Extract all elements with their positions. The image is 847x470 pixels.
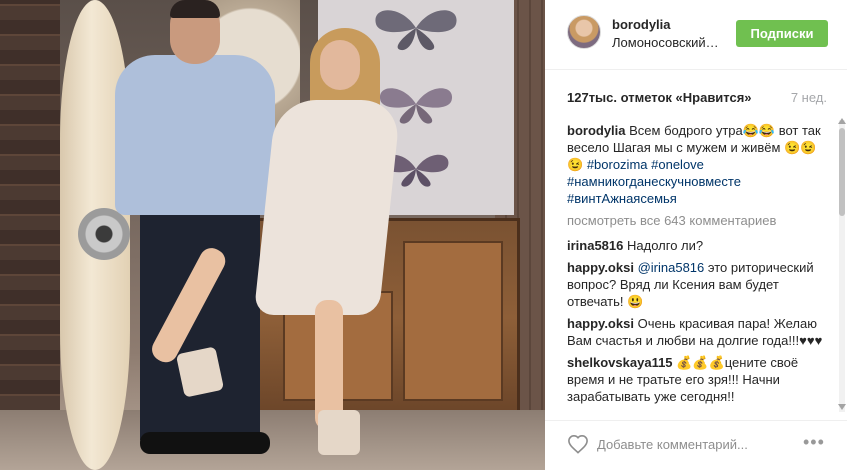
comment-input[interactable] [597, 433, 777, 455]
butterfly-icon [375, 10, 457, 51]
comment-username[interactable]: happy.oksi [567, 260, 634, 275]
comment-text: Надолго ли? [627, 238, 704, 253]
hashtag-link[interactable]: #винтАжнаясемья [567, 191, 677, 206]
comment-item: happy.oksi Очень красивая пара! Желаю Ва… [567, 315, 829, 349]
post-stats: 127тыс. отметок «Нравится» 7 нед. [567, 90, 827, 110]
location-link[interactable]: Ломоносовский… [612, 35, 719, 50]
likes-count[interactable]: 127тыс. отметок «Нравится» [567, 90, 752, 105]
man-trousers [140, 210, 260, 440]
man-shirt [115, 55, 275, 215]
post-photo[interactable] [0, 0, 545, 470]
caption-username[interactable]: borodylia [567, 123, 626, 138]
post-age: 7 нед. [790, 90, 827, 105]
man-shoes [140, 432, 270, 454]
caption: borodylia Всем бодрого утра😂😂 вот так ве… [567, 122, 829, 207]
woman-face [320, 40, 360, 90]
woman-dress [253, 100, 402, 315]
cabinet-door [403, 241, 503, 401]
post-header: borodylia Ломоносовский… Подписки [545, 0, 847, 70]
view-all-comments-link[interactable]: посмотреть все 643 комментариев [567, 212, 829, 229]
follow-button[interactable]: Подписки [736, 20, 828, 47]
hashtag-link[interactable]: #borozima [587, 157, 648, 172]
comment-username[interactable]: irina5816 [567, 238, 623, 253]
comments-list[interactable]: borodylia Всем бодрого утра😂😂 вот так ве… [567, 122, 829, 412]
propeller-hub [78, 208, 130, 260]
hashtag-link[interactable]: #намникогданескучновместе [567, 174, 741, 189]
high-heel [318, 410, 360, 455]
avatar[interactable] [567, 15, 601, 49]
comments-scrollbar[interactable] [839, 120, 845, 412]
hashtag-link[interactable]: #onelove [651, 157, 704, 172]
brick-wall [0, 0, 60, 470]
scroll-up-arrow-icon[interactable] [838, 118, 846, 124]
comment-item: happy.oksi @irina5816 это риторический в… [567, 259, 829, 310]
heart-outline-icon[interactable] [567, 434, 589, 454]
comment-footer: ••• [545, 420, 847, 470]
scroll-down-arrow-icon[interactable] [838, 404, 846, 410]
author-username[interactable]: borodylia [612, 17, 671, 32]
ellipsis-icon[interactable]: ••• [803, 433, 825, 451]
comment-username[interactable]: happy.oksi [567, 316, 634, 331]
comment-username[interactable]: shelkovskaya115 [567, 355, 673, 370]
man-hair [170, 0, 220, 18]
comment-item: irina5816 Надолго ли? [567, 237, 829, 254]
post-sidebar: borodylia Ломоносовский… Подписки 127тыс… [545, 0, 847, 470]
scrollbar-thumb[interactable] [839, 128, 845, 216]
mention-link[interactable]: @irina5816 [638, 260, 705, 275]
comment-item: shelkovskaya115 💰💰💰цените своё время и н… [567, 354, 829, 405]
